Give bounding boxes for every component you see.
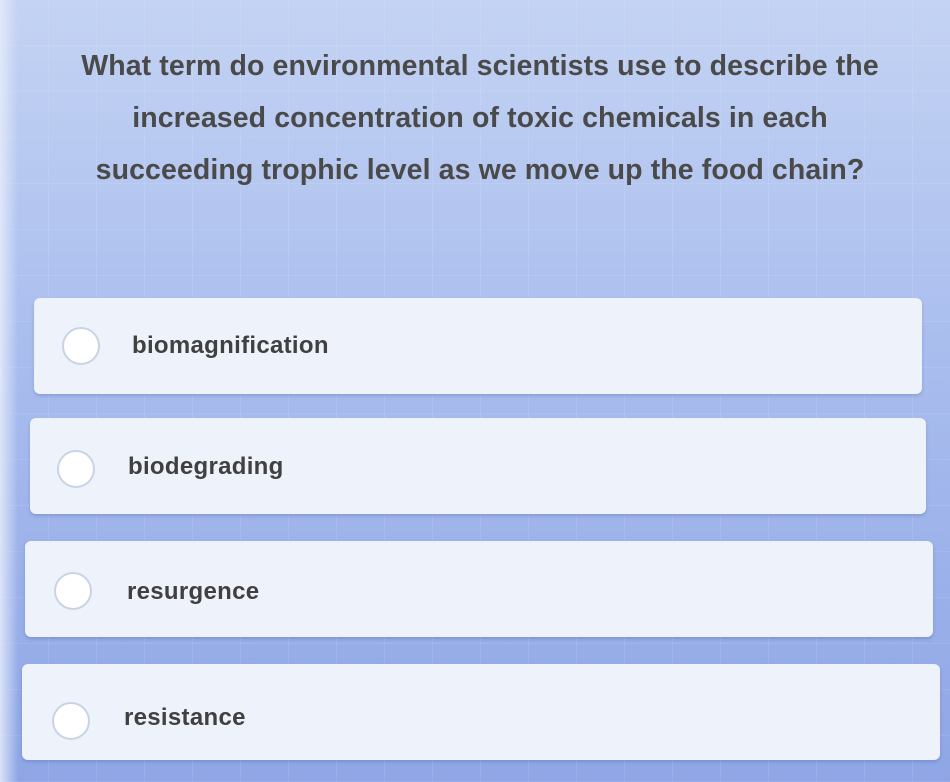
option-label: resistance: [124, 704, 246, 731]
question-text: What term do environmental scientists us…: [81, 50, 879, 186]
answer-option-biomagnification[interactable]: biomagnification: [34, 298, 922, 394]
radio-button[interactable]: [54, 572, 92, 610]
answer-option-biodegrading[interactable]: biodegrading: [30, 418, 926, 514]
screen-edge: [0, 0, 18, 782]
option-label: resurgence: [127, 578, 260, 605]
answer-option-resistance[interactable]: resistance: [22, 664, 940, 760]
radio-button[interactable]: [62, 327, 100, 365]
option-label: biomagnification: [132, 332, 329, 359]
option-label: biodegrading: [128, 453, 284, 480]
radio-button[interactable]: [57, 450, 95, 488]
answer-option-resurgence[interactable]: resurgence: [25, 541, 933, 637]
radio-button[interactable]: [52, 702, 90, 740]
